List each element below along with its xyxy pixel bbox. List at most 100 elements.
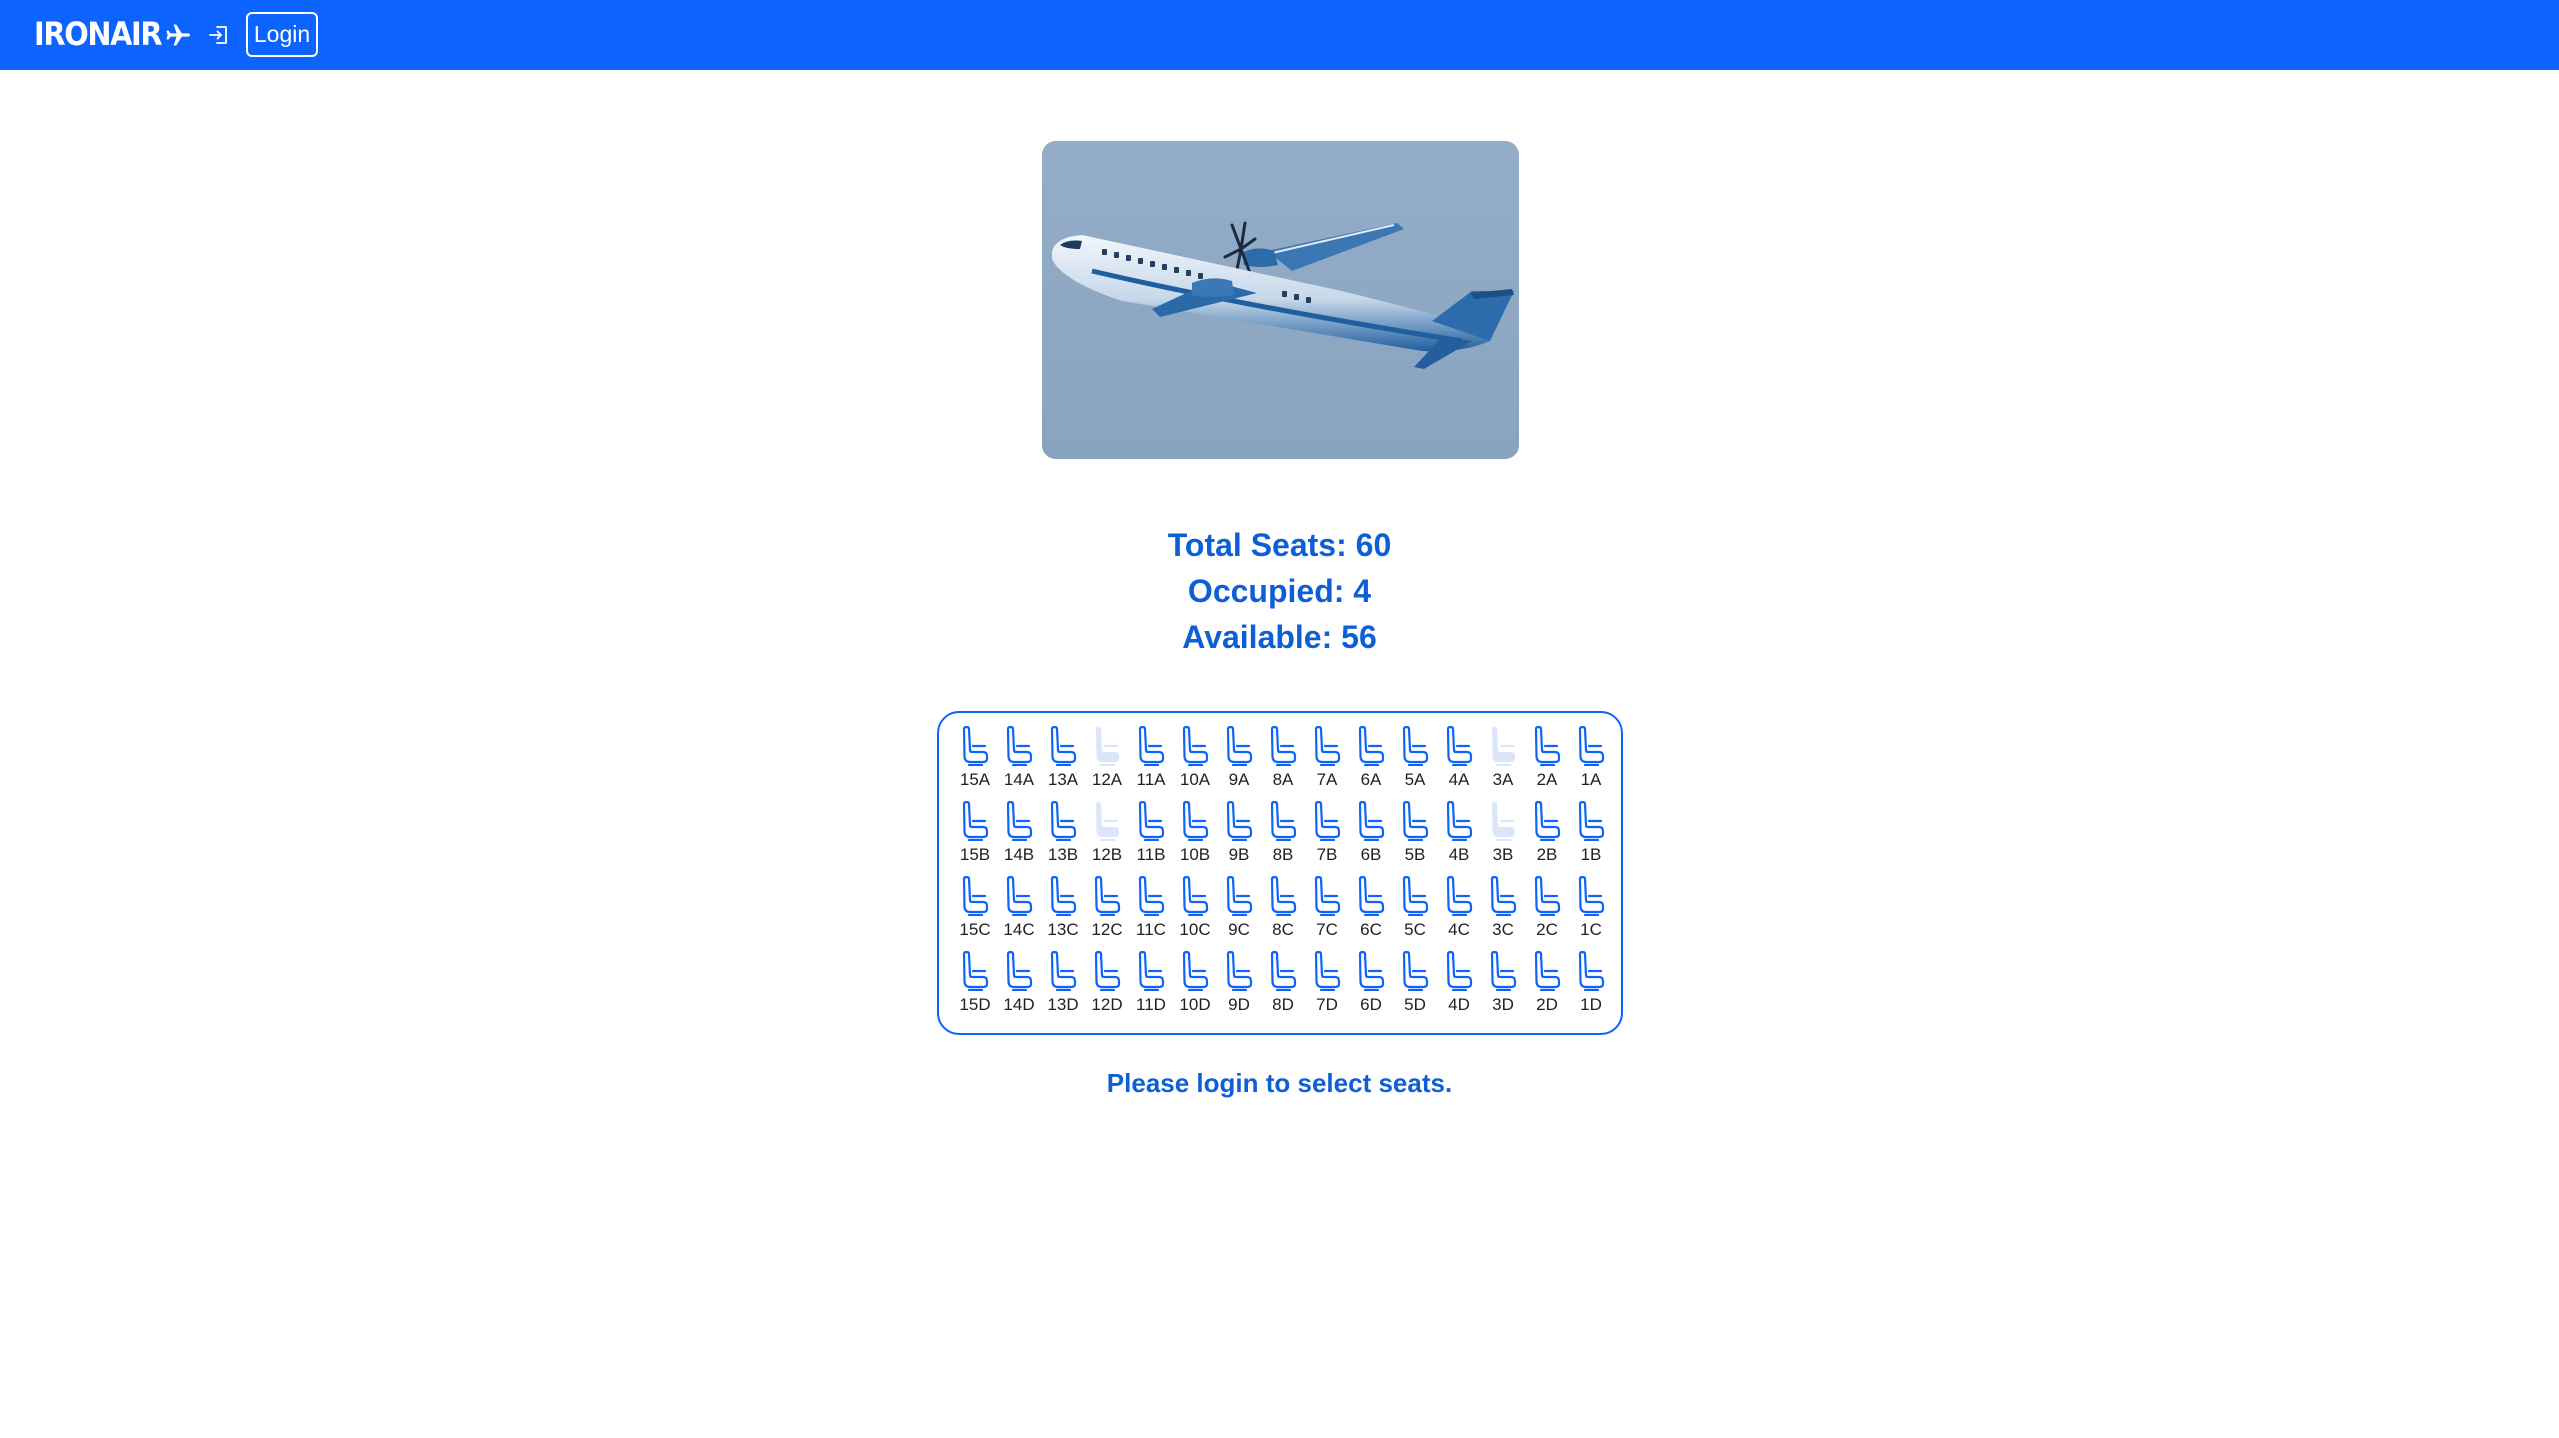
seat-10D[interactable]: 10D <box>1173 951 1217 1025</box>
seat-label: 3B <box>1492 845 1514 864</box>
seat-9A[interactable]: 9A <box>1217 726 1261 800</box>
seat-2A[interactable]: 2A <box>1525 726 1569 800</box>
seat-13B[interactable]: 13B <box>1041 801 1085 875</box>
seat-10A[interactable]: 10A <box>1173 726 1217 800</box>
seat-icon <box>1006 726 1033 766</box>
seat-label: 4A <box>1448 770 1470 789</box>
seat-label: 8B <box>1272 845 1294 864</box>
seat-4B[interactable]: 4B <box>1437 801 1481 875</box>
seat-14A[interactable]: 14A <box>997 726 1041 800</box>
seat-label: 15B <box>959 845 991 864</box>
login-button[interactable]: Login <box>246 12 318 57</box>
seat-3C[interactable]: 3C <box>1481 876 1525 950</box>
seat-icon <box>1006 951 1033 991</box>
seat-2B[interactable]: 2B <box>1525 801 1569 875</box>
seat-icon <box>1270 876 1297 916</box>
seat-1B[interactable]: 1B <box>1569 801 1613 875</box>
seat-12C[interactable]: 12C <box>1085 876 1129 950</box>
seat-15B[interactable]: 15B <box>953 801 997 875</box>
login-prompt: Please login to select seats. <box>1106 1068 1453 1098</box>
seat-11B[interactable]: 11B <box>1129 801 1173 875</box>
seat-15C[interactable]: 15C <box>953 876 997 950</box>
seat-3A[interactable]: 3A <box>1481 726 1525 800</box>
seat-11D[interactable]: 11D <box>1129 951 1173 1025</box>
seat-9C[interactable]: 9C <box>1217 876 1261 950</box>
seat-7B[interactable]: 7B <box>1305 801 1349 875</box>
seat-12D[interactable]: 12D <box>1085 951 1129 1025</box>
seat-12A[interactable]: 12A <box>1085 726 1129 800</box>
seat-label: 9D <box>1228 995 1250 1014</box>
seat-9B[interactable]: 9B <box>1217 801 1261 875</box>
seat-4D[interactable]: 4D <box>1437 951 1481 1025</box>
seat-10C[interactable]: 10C <box>1173 876 1217 950</box>
seat-8D[interactable]: 8D <box>1261 951 1305 1025</box>
seat-10B[interactable]: 10B <box>1173 801 1217 875</box>
seat-3D[interactable]: 3D <box>1481 951 1525 1025</box>
brand-logo[interactable]: IRONAIR <box>34 14 163 54</box>
seat-7D[interactable]: 7D <box>1305 951 1349 1025</box>
seat-icon <box>1358 801 1385 841</box>
seat-icon <box>1314 951 1341 991</box>
seat-14B[interactable]: 14B <box>997 801 1041 875</box>
seat-6A[interactable]: 6A <box>1349 726 1393 800</box>
seat-icon <box>1182 876 1209 916</box>
seat-2C[interactable]: 2C <box>1525 876 1569 950</box>
seat-icon <box>1358 951 1385 991</box>
seat-12B[interactable]: 12B <box>1085 801 1129 875</box>
seat-6C[interactable]: 6C <box>1349 876 1393 950</box>
seat-icon <box>1490 951 1517 991</box>
seat-5D[interactable]: 5D <box>1393 951 1437 1025</box>
seat-15A[interactable]: 15A <box>953 726 997 800</box>
seat-13D[interactable]: 13D <box>1041 951 1085 1025</box>
seat-icon <box>1492 802 1515 841</box>
seat-icon <box>1534 876 1561 916</box>
seat-label: 11C <box>1136 920 1166 939</box>
seat-11A[interactable]: 11A <box>1129 726 1173 800</box>
seat-4C[interactable]: 4C <box>1437 876 1481 950</box>
seat-3B[interactable]: 3B <box>1481 801 1525 875</box>
seat-15D[interactable]: 15D <box>953 951 997 1025</box>
seat-14D[interactable]: 14D <box>997 951 1041 1025</box>
seat-label: 14B <box>1003 845 1035 864</box>
seat-11C[interactable]: 11C <box>1129 876 1173 950</box>
seat-label: 4B <box>1448 845 1470 864</box>
seat-label: 8A <box>1272 770 1294 789</box>
seat-6D[interactable]: 6D <box>1349 951 1393 1025</box>
seat-label: 15D <box>959 995 991 1014</box>
seat-icon <box>1402 876 1429 916</box>
seat-label: 4D <box>1448 995 1470 1014</box>
seat-5A[interactable]: 5A <box>1393 726 1437 800</box>
seat-label: 10A <box>1179 770 1211 789</box>
seat-13A[interactable]: 13A <box>1041 726 1085 800</box>
seat-label: 12D <box>1091 995 1123 1014</box>
seat-13C[interactable]: 13C <box>1041 876 1085 950</box>
seat-label: 7C <box>1316 920 1338 939</box>
seat-label: 3D <box>1492 995 1514 1014</box>
seat-icon <box>1270 951 1297 991</box>
seat-1D[interactable]: 1D <box>1569 951 1613 1025</box>
seat-8C[interactable]: 8C <box>1261 876 1305 950</box>
seat-7A[interactable]: 7A <box>1305 726 1349 800</box>
seat-5B[interactable]: 5B <box>1393 801 1437 875</box>
seat-icon <box>1182 801 1209 841</box>
seat-label: 11B <box>1136 845 1166 864</box>
seat-2D[interactable]: 2D <box>1525 951 1569 1025</box>
seat-icon <box>1402 726 1429 766</box>
airplane-icon[interactable] <box>163 20 193 50</box>
seat-4A[interactable]: 4A <box>1437 726 1481 800</box>
login-icon[interactable] <box>204 20 234 50</box>
seat-14C[interactable]: 14C <box>997 876 1041 950</box>
seat-9D[interactable]: 9D <box>1217 951 1261 1025</box>
seat-label: 11D <box>1136 995 1166 1014</box>
seat-icon <box>1578 801 1605 841</box>
seat-stats: Total Seats: 60 Occupied: 4 Available: 5… <box>0 522 2559 660</box>
seat-label: 14D <box>1003 995 1035 1014</box>
seat-1C[interactable]: 1C <box>1569 876 1613 950</box>
seat-6B[interactable]: 6B <box>1349 801 1393 875</box>
seat-1A[interactable]: 1A <box>1569 726 1613 800</box>
seat-7C[interactable]: 7C <box>1305 876 1349 950</box>
seat-label: 14C <box>1003 920 1035 939</box>
seat-8B[interactable]: 8B <box>1261 801 1305 875</box>
seat-5C[interactable]: 5C <box>1393 876 1437 950</box>
seat-8A[interactable]: 8A <box>1261 726 1305 800</box>
